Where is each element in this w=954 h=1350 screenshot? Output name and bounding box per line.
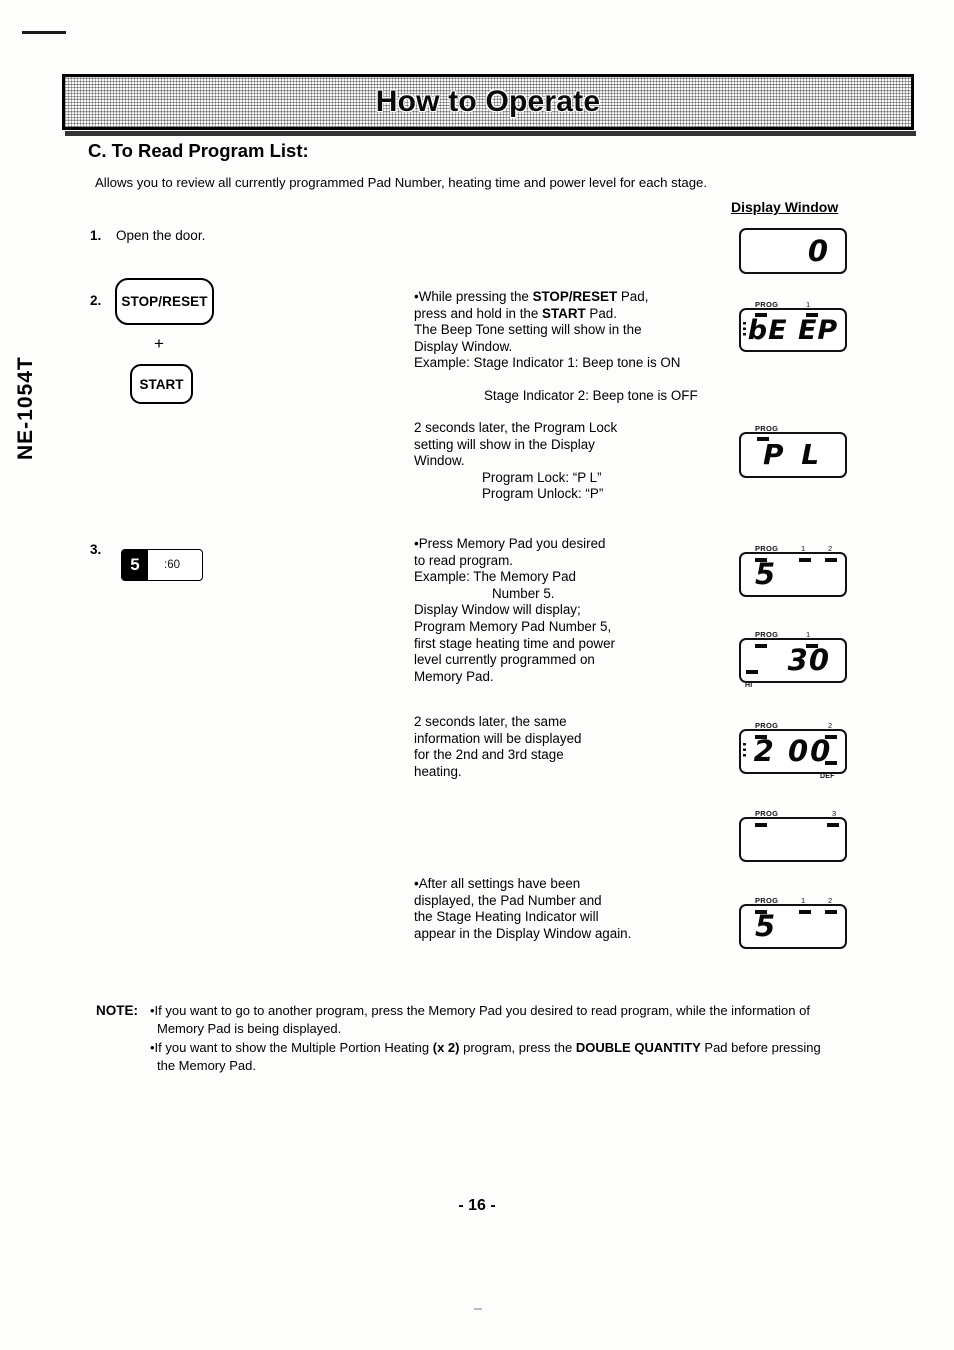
- instruction-line: Example: The Memory Pad: [414, 569, 576, 585]
- instruction-line: information will be displayed: [414, 730, 582, 746]
- note-bold-x2: (x 2): [432, 1040, 460, 1055]
- instruction-spacer: [414, 372, 734, 388]
- start-pad-label: START: [139, 376, 184, 392]
- instruction-line: Example: Stage Indicator 1: Beep tone is…: [414, 355, 681, 371]
- instruction-line: Stage Indicator 2: Beep tone is OFF: [484, 387, 698, 403]
- stop-reset-pad-label: STOP/RESET: [121, 294, 208, 309]
- note-item-list: •If you want to go to another program, p…: [150, 1002, 896, 1074]
- instruction-bold-stop-reset: STOP/RESET: [532, 289, 618, 304]
- instruction-line: Number 5.: [492, 585, 555, 601]
- note-bold-double-quantity: DOUBLE QUANTITY: [575, 1040, 701, 1055]
- display-final-pad: 5: [739, 904, 847, 949]
- instruction-block-3: •Press Memory Pad you desired to read pr…: [414, 536, 734, 685]
- note-item-text-mid: program, press the: [459, 1040, 576, 1055]
- step-3-number: 3.: [90, 542, 102, 557]
- instruction-line: the Stage Heating Indicator will: [414, 909, 599, 925]
- instruction-block-1: •While pressing the STOP/RESET Pad, pres…: [414, 289, 734, 405]
- instruction-block-2: 2 seconds later, the Program Lock settin…: [414, 420, 734, 503]
- instruction-line: The Beep Tone setting will show in the: [414, 322, 642, 338]
- page-number: - 16 -: [458, 1197, 496, 1214]
- display-pad-number: 5: [739, 552, 847, 597]
- memory-pad-graphic[interactable]: 5 :60: [121, 549, 203, 581]
- instruction-line: •While pressing the STOP/RESET Pad,: [414, 289, 734, 306]
- note-label: NOTE:: [96, 1003, 138, 1018]
- step-1-number: 1.: [90, 228, 102, 243]
- step-1-text: Open the door.: [116, 228, 206, 243]
- instruction-text-end: Pad.: [585, 305, 617, 321]
- instruction-line: Display Window.: [414, 338, 513, 354]
- start-pad-graphic[interactable]: START: [130, 364, 193, 404]
- memory-pad-time: :60: [164, 559, 180, 571]
- display-stage3-empty: [739, 817, 847, 862]
- display-final-digits: 5: [755, 909, 777, 943]
- memory-pad-number: 5: [122, 550, 148, 580]
- note-item-text-end: Pad before pressing: [700, 1040, 821, 1055]
- display-zero-digits: 0: [807, 233, 829, 268]
- step-2-number: 2.: [90, 293, 102, 308]
- display-zero: 0: [739, 228, 847, 274]
- display-program-lock-digits: P L: [762, 438, 824, 471]
- display-stage1-digits: 30: [787, 643, 830, 677]
- stop-reset-pad-graphic[interactable]: STOP/RESET: [115, 278, 214, 325]
- instruction-line: 2 seconds later, the same: [414, 714, 567, 729]
- display-pad-number-digits: 5: [755, 557, 777, 591]
- manual-page: How to Operate NE-1054T C. To Read Progr…: [0, 0, 954, 1350]
- display-stage1-time: 30: [739, 638, 847, 683]
- note-item: •If you want to show the Multiple Portio…: [150, 1039, 896, 1057]
- instruction-line: •Press Memory Pad you desired: [414, 536, 606, 551]
- instruction-line: press and hold in the START Pad.: [414, 306, 734, 323]
- instruction-line: Program Lock: “P L”: [482, 469, 602, 485]
- instruction-block-5: •After all settings have been displayed,…: [414, 876, 734, 942]
- instruction-text-end: Pad,: [617, 289, 649, 304]
- instruction-line: level currently programmed on: [414, 652, 595, 668]
- instruction-line: Program Memory Pad Number 5,: [414, 618, 612, 634]
- display-stage2-power-label-def: DEF: [820, 773, 835, 780]
- note-item-continued: the Memory Pad.: [157, 1057, 256, 1073]
- instruction-line: heating.: [414, 763, 462, 779]
- instruction-line: Memory Pad.: [414, 668, 494, 684]
- instruction-line: displayed, the Pad Number and: [414, 892, 602, 908]
- instruction-line: for the 2nd and 3rd stage: [414, 747, 564, 763]
- display-program-lock: P L: [739, 432, 847, 478]
- corner-registration-mark: [22, 31, 66, 34]
- banner-drop-shadow: [65, 131, 916, 136]
- note-item-continued: Memory Pad is being displayed.: [157, 1020, 342, 1036]
- instruction-line: Program Unlock: “P”: [482, 486, 604, 502]
- instruction-line: Display Window will display;: [414, 602, 581, 618]
- instruction-line: appear in the Display Window again.: [414, 925, 632, 941]
- instruction-block-4: 2 seconds later, the same information wi…: [414, 714, 734, 780]
- instruction-line: setting will show in the Display: [414, 436, 595, 452]
- page-header-banner: How to Operate: [62, 74, 914, 130]
- note-item: •If you want to go to another program, p…: [150, 1002, 896, 1020]
- instruction-line: Window.: [414, 453, 465, 469]
- instruction-text: •While pressing the: [414, 289, 533, 304]
- section-intro-text: Allows you to review all currently progr…: [95, 175, 708, 190]
- instruction-text: press and hold in the: [414, 305, 543, 321]
- instruction-line: 2 seconds later, the Program Lock: [414, 420, 618, 435]
- plus-separator: +: [154, 334, 164, 353]
- display-beep: bE EP: [739, 308, 847, 352]
- display-window-column-label: Display Window: [731, 199, 839, 215]
- instruction-bold-start: START: [542, 305, 586, 321]
- instruction-line: first stage heating time and power: [414, 635, 615, 651]
- scan-artifact: [474, 1308, 482, 1310]
- section-heading: C. To Read Program List:: [88, 140, 309, 161]
- note-block: NOTE: •If you want to go to another prog…: [96, 1002, 896, 1074]
- instruction-line: •After all settings have been: [414, 876, 581, 891]
- display-stage2-digits: 2 00: [753, 734, 833, 768]
- display-beep-digits: bE EP: [747, 314, 839, 346]
- page-title: How to Operate: [375, 85, 601, 118]
- display-stage3-digits: [741, 819, 845, 860]
- display-stage2-time: 2 00: [739, 729, 847, 774]
- instruction-line: to read program.: [414, 552, 513, 568]
- model-number-vertical: NE-1054T: [14, 356, 37, 460]
- display-stage1-power-label-hi: HI: [745, 682, 753, 689]
- note-item-text: •If you want to show the Multiple Portio…: [150, 1040, 433, 1055]
- note-item-text: •If you want to go to another program, p…: [150, 1003, 810, 1018]
